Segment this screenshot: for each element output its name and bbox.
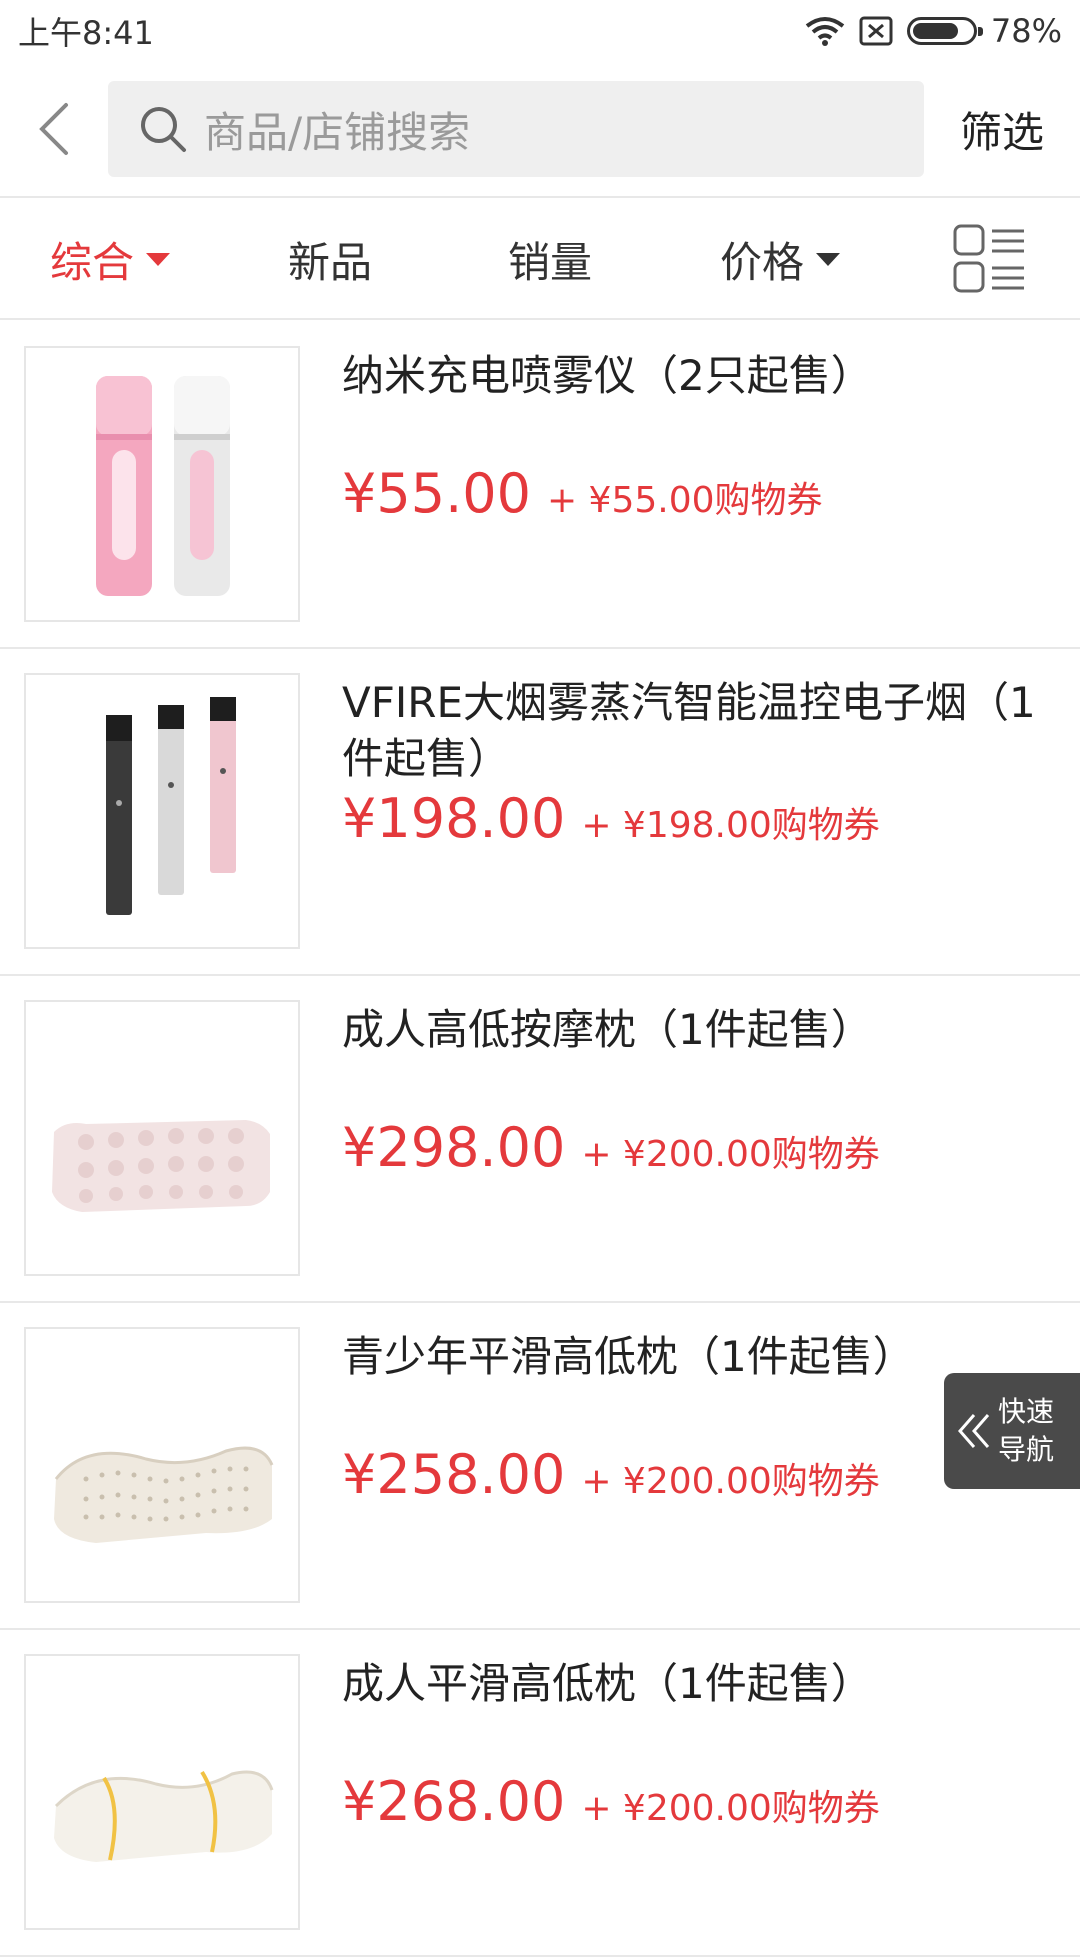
product-name: VFIRE大烟雾蒸汽智能温控电子烟（1件起售） [342, 678, 1036, 783]
sort-tab-new[interactable]: 新品 [220, 229, 440, 290]
list-view-icon [953, 224, 1024, 293]
product-price: ¥55.00 [342, 462, 531, 525]
status-time: 上午8:41 [18, 14, 154, 52]
product-price: ¥268.00 [342, 1770, 566, 1833]
price-row: ¥55.00 + ¥55.00购物券 [342, 462, 823, 525]
search-placeholder: 商品/店铺搜索 [204, 107, 471, 157]
quick-nav-line2: 导航 [998, 1433, 1055, 1466]
sort-tab-label: 综合 [49, 237, 134, 287]
product-item[interactable]: 青少年平滑高低枕（1件起售） ¥258.00 + ¥200.00购物券 [0, 1303, 1080, 1630]
product-coupon: + ¥200.00购物券 [581, 1461, 880, 1502]
price-row: ¥258.00 + ¥200.00购物券 [342, 1443, 880, 1506]
product-name: 青少年平滑高低枕（1件起售） [342, 1332, 915, 1381]
product-price: ¥298.00 [342, 1116, 566, 1179]
view-toggle-button[interactable] [900, 223, 1080, 295]
back-button[interactable] [0, 61, 108, 197]
chevron-left-icon [39, 103, 68, 155]
sort-tab-comprehensive[interactable]: 综合 [0, 229, 220, 290]
sort-tab-sales[interactable]: 销量 [440, 229, 660, 290]
product-price: ¥258.00 [342, 1443, 566, 1506]
sort-tab-label: 新品 [287, 237, 372, 287]
product-image [24, 1000, 300, 1276]
product-name: 成人高低按摩枕（1件起售） [342, 1005, 873, 1054]
price-row: ¥298.00 + ¥200.00购物券 [342, 1116, 880, 1179]
filter-button[interactable]: 筛选 [924, 99, 1080, 160]
search-icon [141, 107, 186, 152]
product-coupon: + ¥198.00购物券 [581, 805, 880, 846]
price-row: ¥198.00 + ¥198.00购物券 [342, 787, 880, 850]
status-bar: 上午8:41 78% [0, 0, 1080, 62]
product-price: ¥198.00 [342, 787, 566, 850]
sort-tab-label: 价格 [719, 237, 804, 287]
search-input[interactable]: 商品/店铺搜索 [108, 81, 924, 177]
product-image [24, 673, 300, 949]
product-coupon: + ¥200.00购物券 [581, 1788, 880, 1829]
product-image [24, 1327, 300, 1603]
battery-percent: 78% [990, 12, 1062, 50]
product-item[interactable]: VFIRE大烟雾蒸汽智能温控电子烟（1件起售） ¥198.00 + ¥198.0… [0, 649, 1080, 976]
product-name: 纳米充电喷雾仪（2只起售） [342, 351, 873, 400]
product-list: 纳米充电喷雾仪（2只起售） ¥55.00 + ¥55.00购物券 VFIRE大烟… [0, 322, 1080, 1957]
product-item[interactable]: 成人平滑高低枕（1件起售） ¥268.00 + ¥200.00购物券 [0, 1630, 1080, 1957]
caret-down-icon [816, 252, 840, 266]
price-row: ¥268.00 + ¥200.00购物券 [342, 1770, 880, 1833]
product-image [24, 1654, 300, 1930]
no-sim-icon [859, 16, 893, 46]
sort-bar: 综合 新品 销量 价格 [0, 200, 1080, 320]
quick-nav-label: 快速 导航 [998, 1393, 1068, 1469]
product-item[interactable]: 成人高低按摩枕（1件起售） ¥298.00 + ¥200.00购物券 [0, 976, 1080, 1303]
sort-tab-label: 销量 [507, 237, 592, 287]
search-header: 商品/店铺搜索 筛选 [0, 62, 1080, 198]
product-name: 成人平滑高低枕（1件起售） [342, 1659, 873, 1708]
wifi-icon [805, 17, 845, 46]
status-icons: 78% [805, 12, 1062, 50]
quick-nav-line1: 快速 [998, 1395, 1055, 1428]
caret-down-icon [146, 252, 170, 266]
battery-icon [906, 17, 983, 45]
product-image [24, 346, 300, 622]
quick-nav-button[interactable]: 快速 导航 [944, 1373, 1080, 1489]
product-coupon: + ¥55.00购物券 [546, 480, 823, 521]
sort-tab-price[interactable]: 价格 [660, 229, 900, 290]
double-chevron-left-icon [958, 1414, 990, 1448]
product-item[interactable]: 纳米充电喷雾仪（2只起售） ¥55.00 + ¥55.00购物券 [0, 322, 1080, 649]
product-coupon: + ¥200.00购物券 [581, 1134, 880, 1175]
